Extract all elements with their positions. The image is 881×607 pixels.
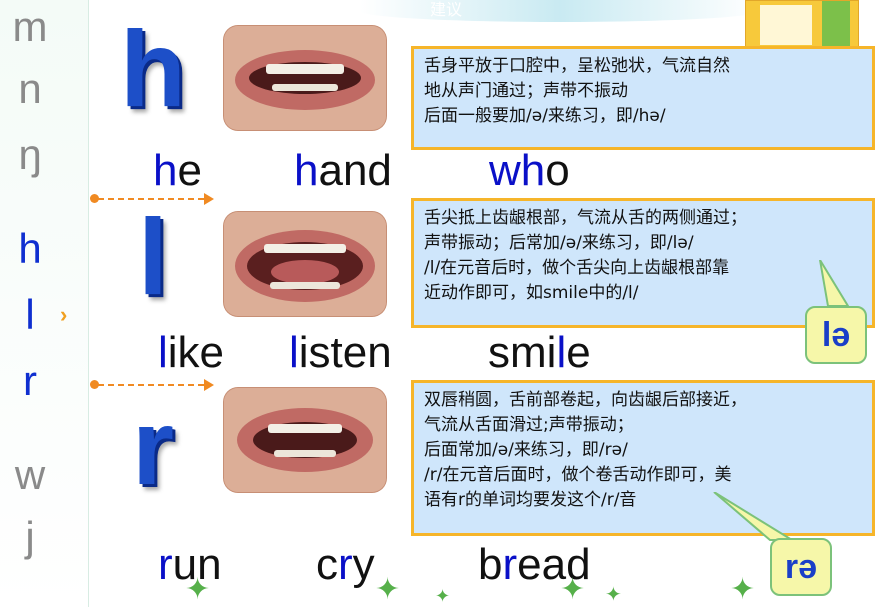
description-box-h: 舌身平放于口腔中，呈松弛状，气流自然 地从声门通过；声带不振动 后面一般要加/ə… xyxy=(411,46,875,150)
word-prefix: c xyxy=(316,540,338,589)
word-rest: and xyxy=(318,146,392,195)
word-rest: y xyxy=(352,540,375,589)
book-cover-label xyxy=(760,5,812,45)
word-prefix: b xyxy=(478,540,503,589)
description-l-line-2: 声带振动；后常加/ə/来练习，即/lə/ xyxy=(424,233,694,253)
arrow-head-icon xyxy=(204,193,214,205)
word-rest: isten xyxy=(298,328,392,377)
current-group-pointer-icon: › xyxy=(60,302,68,327)
word-highlight: h xyxy=(294,146,319,195)
sidebar-letter-m[interactable]: m xyxy=(0,4,60,50)
word-rest: e xyxy=(566,328,591,377)
grass-icon: ✦ xyxy=(605,584,622,606)
grass-icon: ✦ xyxy=(560,573,586,606)
description-r-line-3: 后面常加/ə/来练习，即/rə/ xyxy=(424,440,628,460)
word-highlight: r xyxy=(338,540,353,589)
mouth-photo-l xyxy=(224,212,386,316)
description-h-line-2: 地从声门通过；声带不振动 xyxy=(424,81,628,101)
description-box-r: 双唇稍圆，舌前部卷起，向齿龈后部接近， 气流从舌面滑过;声带振动； 后面常加/ə… xyxy=(411,380,875,536)
callout-l-schwa: lə xyxy=(805,306,867,364)
mouth-photo-r xyxy=(224,388,386,492)
word-prefix: smi xyxy=(488,328,557,377)
grass-icon: ✦ xyxy=(730,573,756,606)
description-r-line-2: 气流从舌面滑过;声带振动； xyxy=(424,415,634,435)
word-highlight: l xyxy=(556,328,567,377)
word-rest: e xyxy=(177,146,202,195)
word-highlight: l xyxy=(289,328,299,377)
grass-icon: ✦ xyxy=(375,573,401,606)
sidebar-letter-l[interactable]: l xyxy=(0,292,60,338)
arrow-head-icon xyxy=(204,379,214,391)
letter-h: h xyxy=(120,8,186,129)
word-highlight: wh xyxy=(489,146,546,195)
letter-r: r xyxy=(132,386,175,507)
sidebar-letter-r[interactable]: r xyxy=(0,358,60,404)
description-l-line-1: 舌尖抵上齿龈根部，气流从舌的两侧通过； xyxy=(424,208,747,228)
sidebar-letter-eng[interactable]: ŋ xyxy=(0,132,60,178)
example-word-smile[interactable]: smile xyxy=(488,328,591,378)
letter-l: l xyxy=(138,196,169,317)
sidebar-letter-j[interactable]: j xyxy=(0,514,60,560)
word-highlight: r xyxy=(502,540,518,589)
example-word-listen[interactable]: listen xyxy=(289,328,392,378)
top-banner: 建议 xyxy=(360,0,760,22)
description-h-line-3: 后面一般要加/ə/来练习，即/hə/ xyxy=(424,106,666,126)
word-highlight: h xyxy=(153,146,178,195)
example-word-cry[interactable]: cry xyxy=(316,540,375,590)
grass-icon: ✦ xyxy=(185,573,211,606)
book-cover-stripe xyxy=(822,1,850,49)
sidebar-letter-w[interactable]: w xyxy=(0,452,60,498)
description-r-line-4: /r/在元音后面时，做个卷舌动作即可，美 xyxy=(424,465,732,485)
word-rest: ike xyxy=(167,328,225,377)
banner-watermark: 建议 xyxy=(430,2,463,19)
description-box-l: 舌尖抵上齿龈根部，气流从舌的两侧通过； 声带振动；后常加/ə/来练习，即/lə/… xyxy=(411,198,875,328)
description-l-line-4: 近动作即可，如smile中的/l/ xyxy=(424,283,639,303)
description-r-line-1: 双唇稍圆，舌前部卷起，向齿龈后部接近， xyxy=(424,390,747,410)
example-word-like[interactable]: like xyxy=(158,328,224,378)
example-word-who[interactable]: who xyxy=(489,146,570,196)
example-word-hand[interactable]: hand xyxy=(294,146,392,196)
word-highlight: l xyxy=(158,328,168,377)
mouth-photo-h xyxy=(224,26,386,130)
description-l-line-3: /l/在元音后时，做个舌尖向上齿龈根部靠 xyxy=(424,258,730,278)
callout-r-schwa: rə xyxy=(770,538,832,596)
word-rest: o xyxy=(545,146,570,195)
grass-icon: ✦ xyxy=(435,586,451,606)
book-cover-thumbnail[interactable] xyxy=(745,0,859,50)
sidebar-letter-h[interactable]: h xyxy=(0,226,60,272)
example-word-he[interactable]: he xyxy=(153,146,202,196)
word-highlight: r xyxy=(158,540,173,589)
description-h-line-1: 舌身平放于口腔中，呈松弛状，气流自然 xyxy=(424,56,730,76)
phoneme-sidebar: m n ŋ h l r w j › xyxy=(0,0,89,607)
sidebar-letter-n[interactable]: n xyxy=(0,66,60,112)
